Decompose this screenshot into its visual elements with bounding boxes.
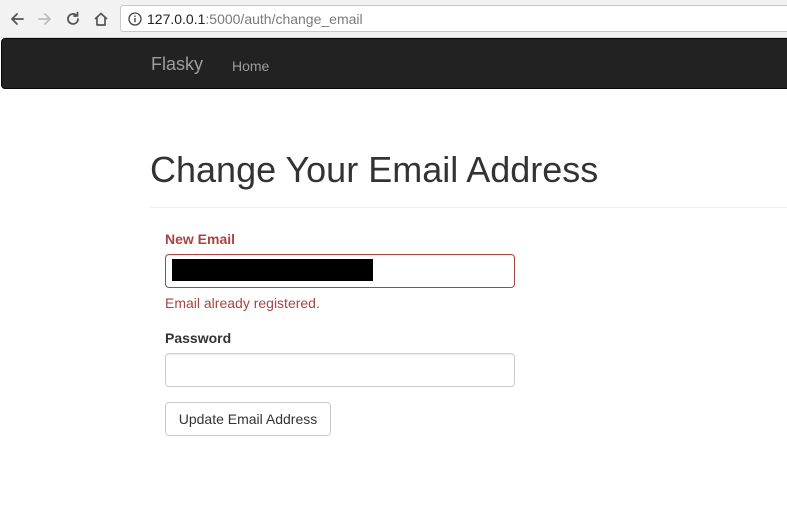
reload-icon — [67, 11, 79, 25]
page-title: Change Your Email Address — [150, 149, 599, 190]
update-email-button[interactable]: Update Email Address — [165, 402, 331, 436]
password-input[interactable] — [165, 353, 515, 387]
nav-link-home[interactable]: Home — [232, 56, 269, 76]
header-divider — [150, 207, 787, 208]
navbar: Flasky Home — [1, 38, 787, 89]
password-label: Password — [165, 330, 232, 346]
home-button[interactable] — [90, 8, 112, 30]
forward-arrow-icon — [38, 13, 51, 25]
reload-button[interactable] — [62, 8, 84, 30]
url-host: 127.0.0.1 — [147, 10, 206, 27]
info-icon[interactable] — [128, 11, 142, 26]
url-path: :5000/auth/change_email — [205, 10, 363, 27]
new-email-label: New Email — [165, 231, 236, 247]
home-icon — [94, 12, 108, 26]
back-arrow-icon — [11, 13, 24, 25]
back-button[interactable] — [6, 8, 28, 30]
navbar-brand[interactable]: Flasky — [151, 54, 203, 74]
email-error-message: Email already registered. — [165, 295, 320, 311]
browser-toolbar: 127.0.0.1:5000/auth/change_email — [0, 0, 787, 38]
redacted-email-value — [172, 259, 373, 281]
address-bar[interactable]: 127.0.0.1:5000/auth/change_email — [120, 5, 787, 32]
forward-button[interactable] — [34, 8, 56, 30]
